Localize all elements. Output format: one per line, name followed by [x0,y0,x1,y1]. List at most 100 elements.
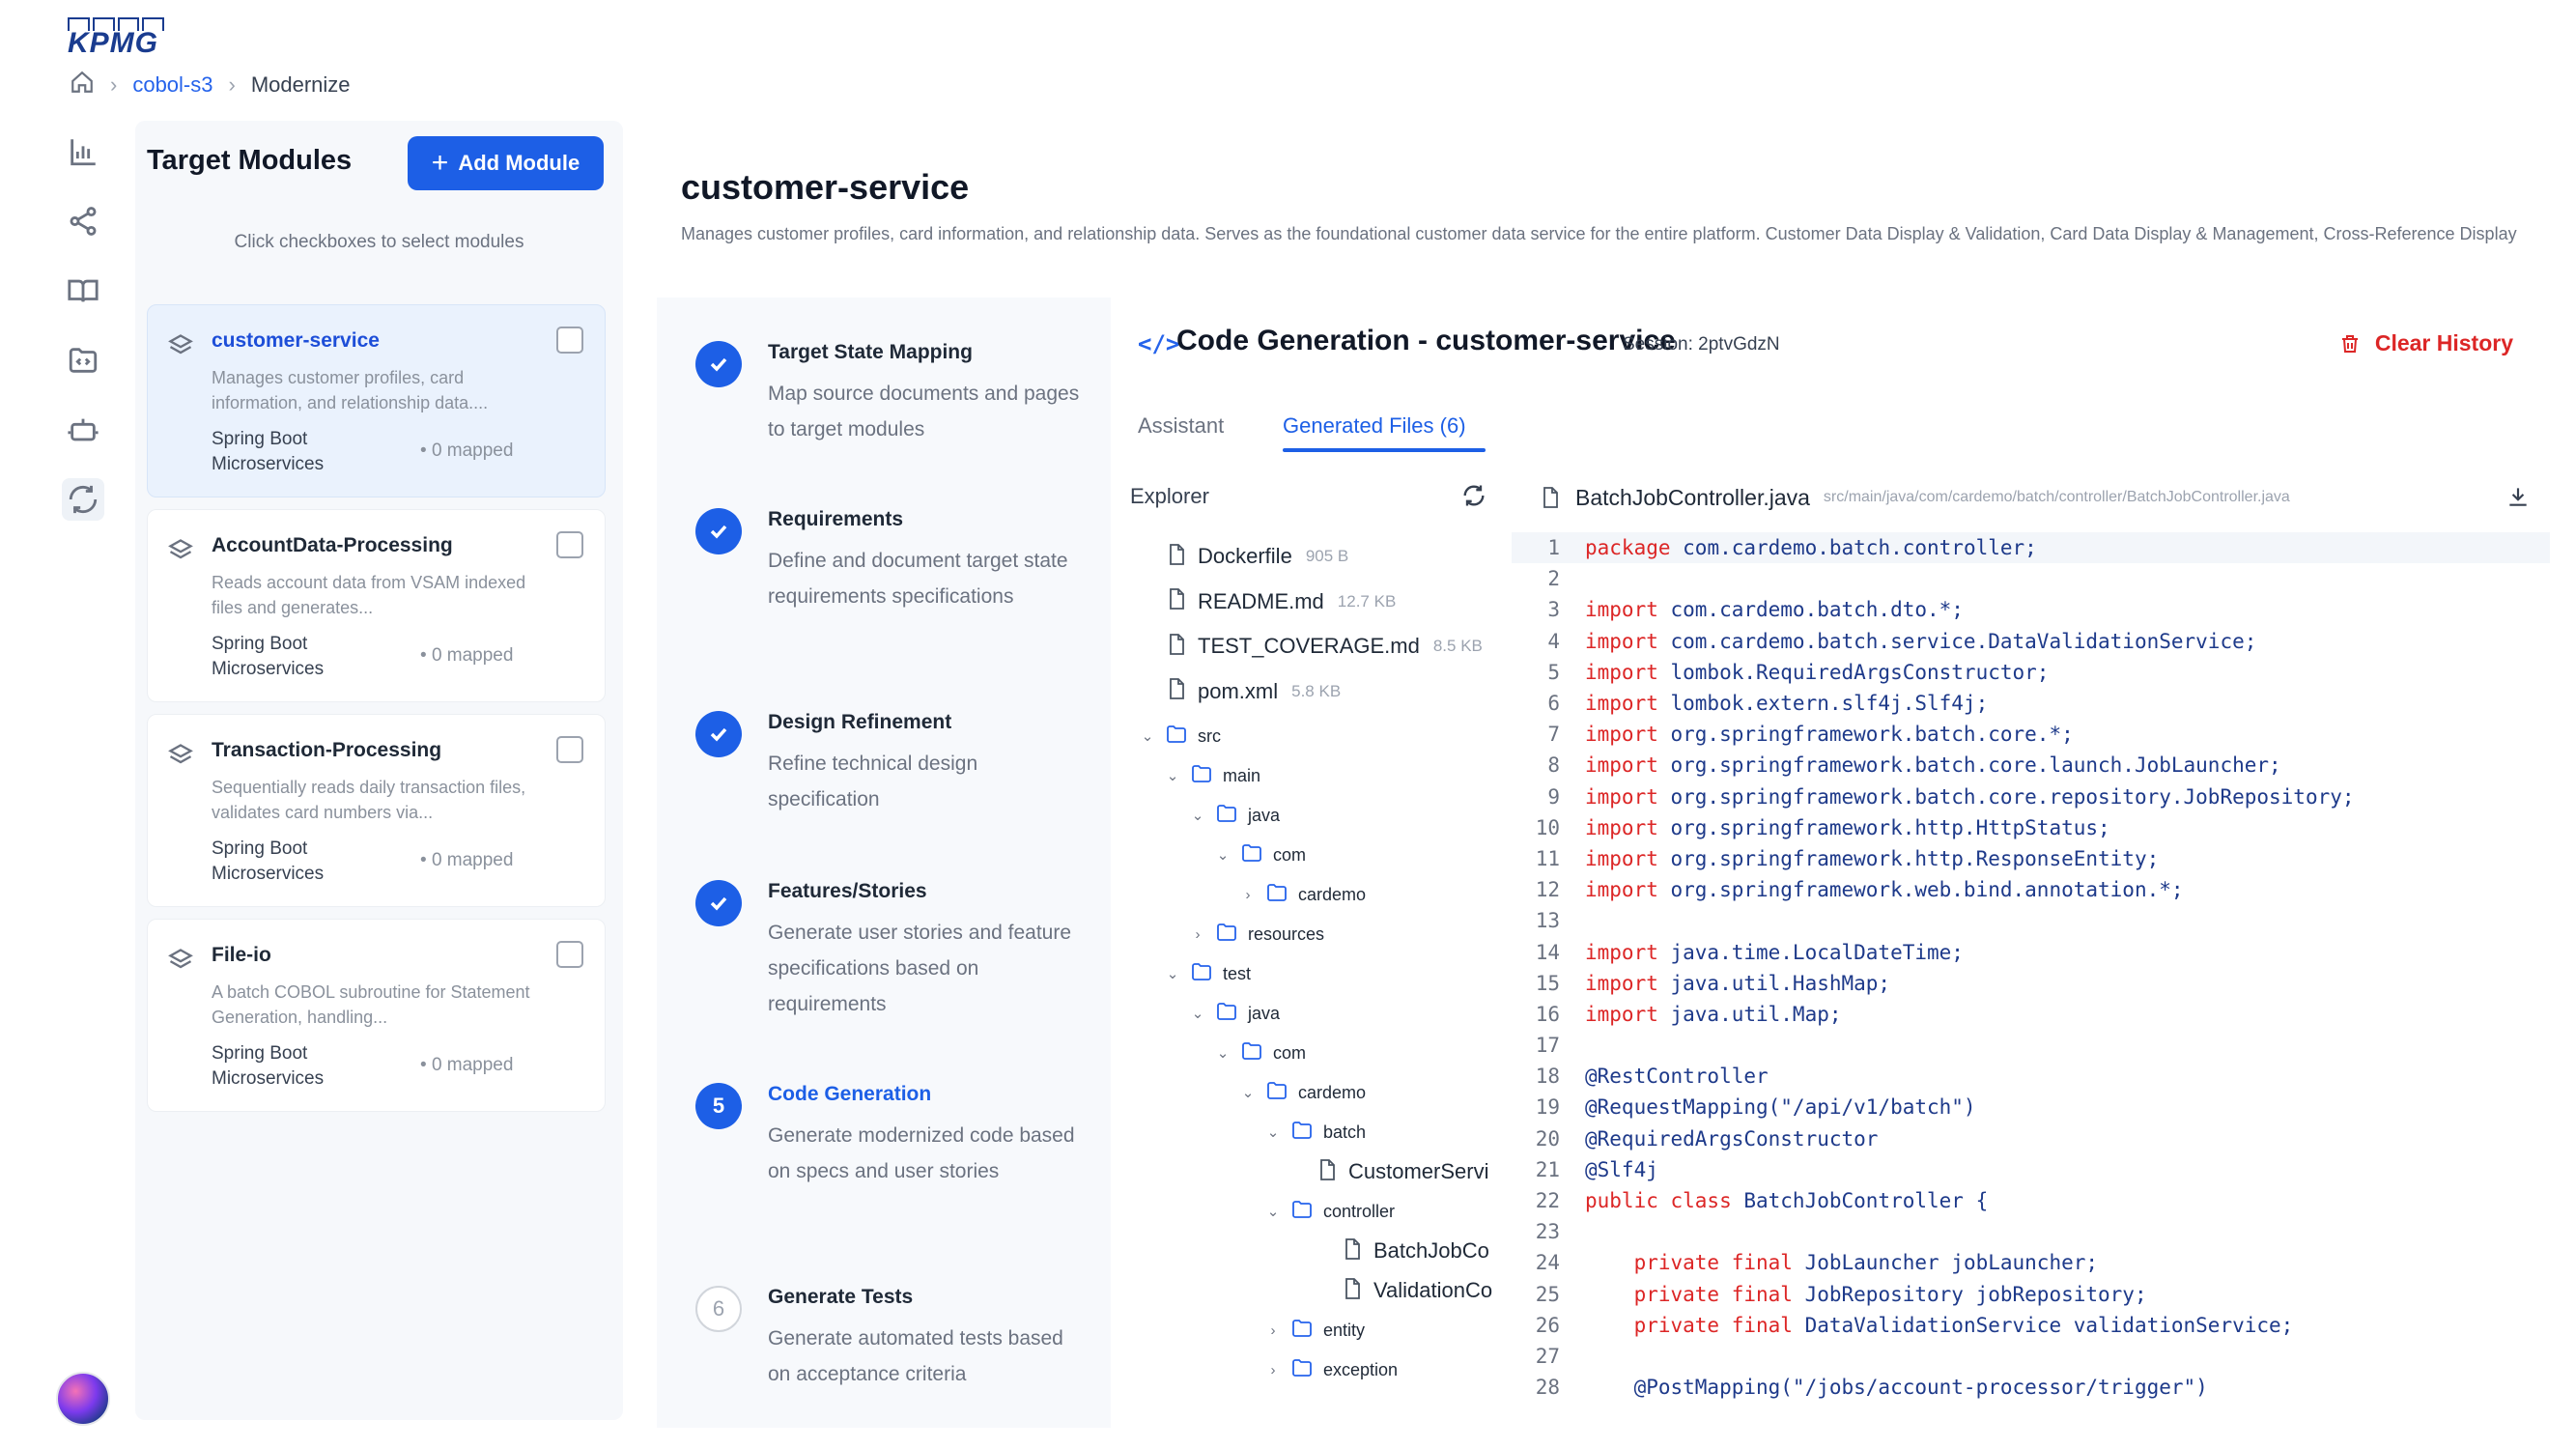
tree-folder[interactable]: ⌄ com [1215,1038,1306,1067]
tab-generated-files[interactable]: Generated Files (6) [1283,413,1466,439]
line-text: import org.springframework.batch.core.*; [1585,723,2074,747]
chevron-down-icon[interactable]: ⌄ [1265,1203,1281,1220]
clear-history-button[interactable]: Clear History [2338,330,2513,356]
code-line: 10 import org.springframework.http.HttpSt… [1512,812,2550,843]
module-tech: Spring Boot Microservices [212,634,325,679]
chevron-down-icon[interactable]: ⌄ [1265,1123,1281,1141]
chevron-down-icon[interactable]: ⌄ [1190,807,1205,824]
tree-file[interactable]: CustomerServi [1316,1157,1488,1186]
tree-folder[interactable]: ⌄ controller [1265,1197,1395,1226]
file-size: 5.8 KB [1291,681,1342,700]
file-icon [1165,587,1188,615]
line-text: private final JobRepository jobRepositor… [1585,1282,2147,1306]
step-description: Map source documents and pages to target… [768,383,1080,440]
tree-folder[interactable]: ⌄ com [1215,840,1306,869]
module-name: customer-service [212,329,380,352]
tree-folder[interactable]: ⌄ src [1140,722,1221,751]
line-number: 13 [1535,909,1560,933]
tree-item-name: TEST_COVERAGE.md [1198,634,1420,658]
module-card[interactable]: AccountData-Processing Reads account dat… [147,509,606,702]
add-module-button[interactable]: + Add Module [408,136,604,190]
line-number: 17 [1535,1034,1560,1058]
kpmg-logo[interactable]: KPMG [68,17,164,58]
tree-item-name: java [1248,1003,1281,1023]
tree-folder[interactable]: › cardemo [1240,880,1366,909]
folder-icon [1240,841,1263,869]
tree-folder[interactable]: › exception [1265,1355,1398,1384]
code-line: 21 @Slf4j [1512,1154,2550,1185]
chevron-down-icon[interactable]: ⌄ [1165,965,1180,982]
chevron-down-icon[interactable]: ⌄ [1190,1005,1205,1022]
line-number: 21 [1535,1157,1560,1181]
breadcrumb-project-link[interactable]: cobol-s3 [132,72,212,98]
panel-title: Target Modules [147,145,353,176]
chevron-down-icon[interactable]: ⌄ [1215,846,1231,864]
module-tech: Spring Boot Microservices [212,429,325,474]
chevron-down-icon[interactable]: ⌄ [1215,1044,1231,1062]
module-checkbox[interactable] [556,327,583,354]
code-generation-panel: </> Code Generation - customer-service S… [1111,298,2550,1428]
step-description: Generate automated tests based on accept… [768,1327,1063,1385]
chevron-down-icon[interactable]: ⌄ [1165,767,1180,784]
tree-item-name: resources [1248,923,1325,944]
service-description: Manages customer profiles, card informat… [681,224,2517,243]
home-icon[interactable] [70,70,95,100]
refresh-cycle-icon[interactable] [62,478,104,521]
active-tab-indicator [1283,448,1486,452]
line-number: 9 [1547,784,1560,809]
line-number: 10 [1535,815,1560,839]
folder-code-icon[interactable] [62,339,104,382]
step-name: Requirements [768,508,904,530]
tree-item-name: CustomerServi [1348,1159,1489,1183]
bar-chart-icon[interactable] [62,130,104,173]
chevron-right-icon[interactable]: › [1190,926,1205,943]
tree-item-name: com [1273,844,1307,865]
step-name: Code Generation [768,1083,932,1105]
tree-folder[interactable]: ⌄ main [1165,761,1260,790]
tree-folder[interactable]: ⌄ batch [1265,1118,1366,1147]
tree-file[interactable]: TEST_COVERAGE.md 8.5 KB [1165,632,1483,661]
tree-folder[interactable]: › resources [1190,920,1324,949]
chevron-down-icon[interactable]: ⌄ [1140,727,1155,745]
line-text: import com.cardemo.batch.service.DataVal… [1585,629,2257,653]
chevron-right-icon[interactable]: › [1265,1322,1281,1339]
tree-folder[interactable]: › entity [1265,1316,1365,1345]
code-line: 6 import lombok.extern.slf4j.Slf4j; [1512,688,2550,719]
editor-file-name: BatchJobController.java [1575,484,1810,510]
tree-item-name: test [1223,963,1252,983]
user-avatar[interactable] [56,1372,110,1426]
module-card[interactable]: customer-service Manages customer profil… [147,304,606,497]
tree-file[interactable]: Dockerfile 905 B [1165,542,1348,571]
book-icon[interactable] [62,270,104,312]
tree-file[interactable]: README.md 12.7 KB [1165,587,1396,616]
chevron-down-icon[interactable]: ⌄ [1240,1084,1256,1101]
tab-assistant[interactable]: Assistant [1138,413,1224,439]
tree-item-name: controller [1323,1201,1396,1221]
code-lines[interactable]: 1 package com.cardemo.batch.controller; 2 3… [1512,532,2550,1403]
tree-file[interactable]: ValidationCo [1341,1276,1492,1305]
module-checkbox[interactable] [556,736,583,763]
code-line: 27 [1512,1341,2550,1372]
module-tech: Spring Boot Microservices [212,838,325,884]
module-checkbox[interactable] [556,941,583,968]
tree-file[interactable]: pom.xml 5.8 KB [1165,677,1341,706]
download-icon[interactable] [2505,484,2531,514]
tree-folder[interactable]: ⌄ java [1190,801,1280,830]
line-text: import org.springframework.batch.core.re… [1585,784,2355,809]
editor-header: BatchJobController.java src/main/java/co… [1539,478,2524,517]
module-card[interactable]: Transaction-Processing Sequentially read… [147,714,606,907]
tree-folder[interactable]: ⌄ test [1165,959,1251,988]
share-icon[interactable] [62,200,104,242]
chevron-right-icon[interactable]: › [1265,1362,1281,1378]
folder-icon [1215,802,1238,830]
tree-folder[interactable]: ⌄ cardemo [1240,1078,1366,1107]
tree-folder[interactable]: ⌄ java [1190,999,1280,1028]
check-icon [695,711,742,757]
line-text: import org.springframework.web.bind.anno… [1585,878,2184,902]
module-card[interactable]: File-io A batch COBOL subroutine for Sta… [147,919,606,1112]
module-checkbox[interactable] [556,531,583,558]
chevron-right-icon[interactable]: › [1240,887,1256,903]
refresh-icon[interactable] [1460,482,1487,509]
tree-file[interactable]: BatchJobCo [1341,1236,1489,1265]
robot-icon[interactable] [62,409,104,451]
